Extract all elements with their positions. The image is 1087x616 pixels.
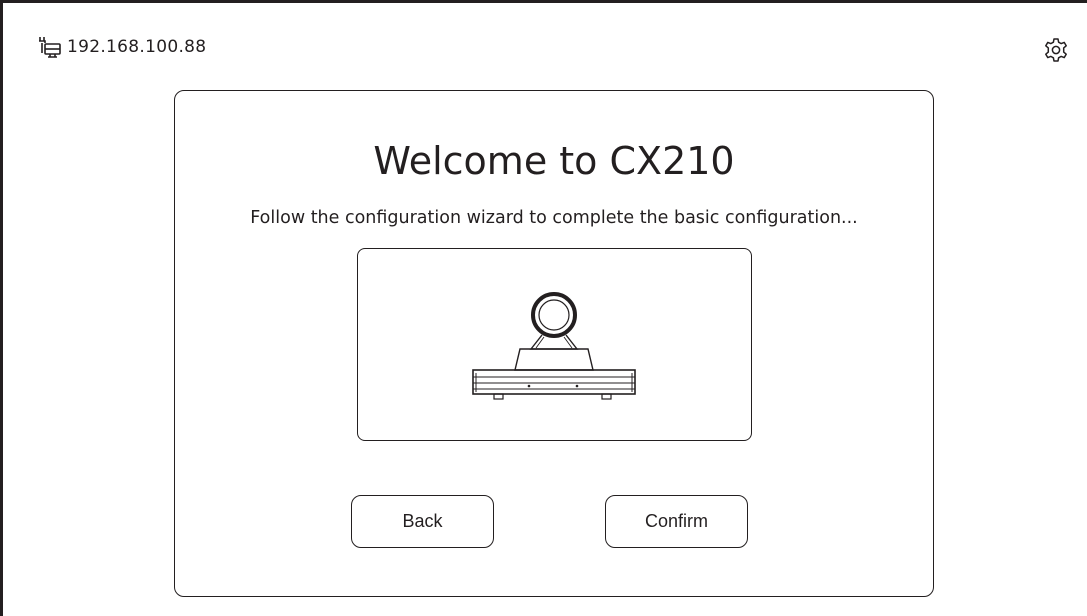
back-button[interactable]: Back (351, 495, 494, 548)
confirm-button[interactable]: Confirm (605, 495, 748, 548)
page-title: Welcome to CX210 (373, 139, 735, 183)
gear-icon (1045, 38, 1067, 62)
ip-address: 192.168.100.88 (67, 37, 207, 57)
settings-button[interactable] (1043, 37, 1069, 63)
device-illustration (357, 248, 752, 441)
wizard-subtitle: Follow the configuration wizard to compl… (250, 208, 858, 228)
network-monitor-icon (39, 37, 61, 58)
network-status: 192.168.100.88 (37, 36, 206, 58)
camera-device-icon (472, 292, 636, 400)
wizard-screen: 192.168.100.88 Welcome to CX210 Follow t… (0, 0, 1087, 616)
wizard-card: Welcome to CX210 Follow the configuratio… (174, 90, 934, 597)
